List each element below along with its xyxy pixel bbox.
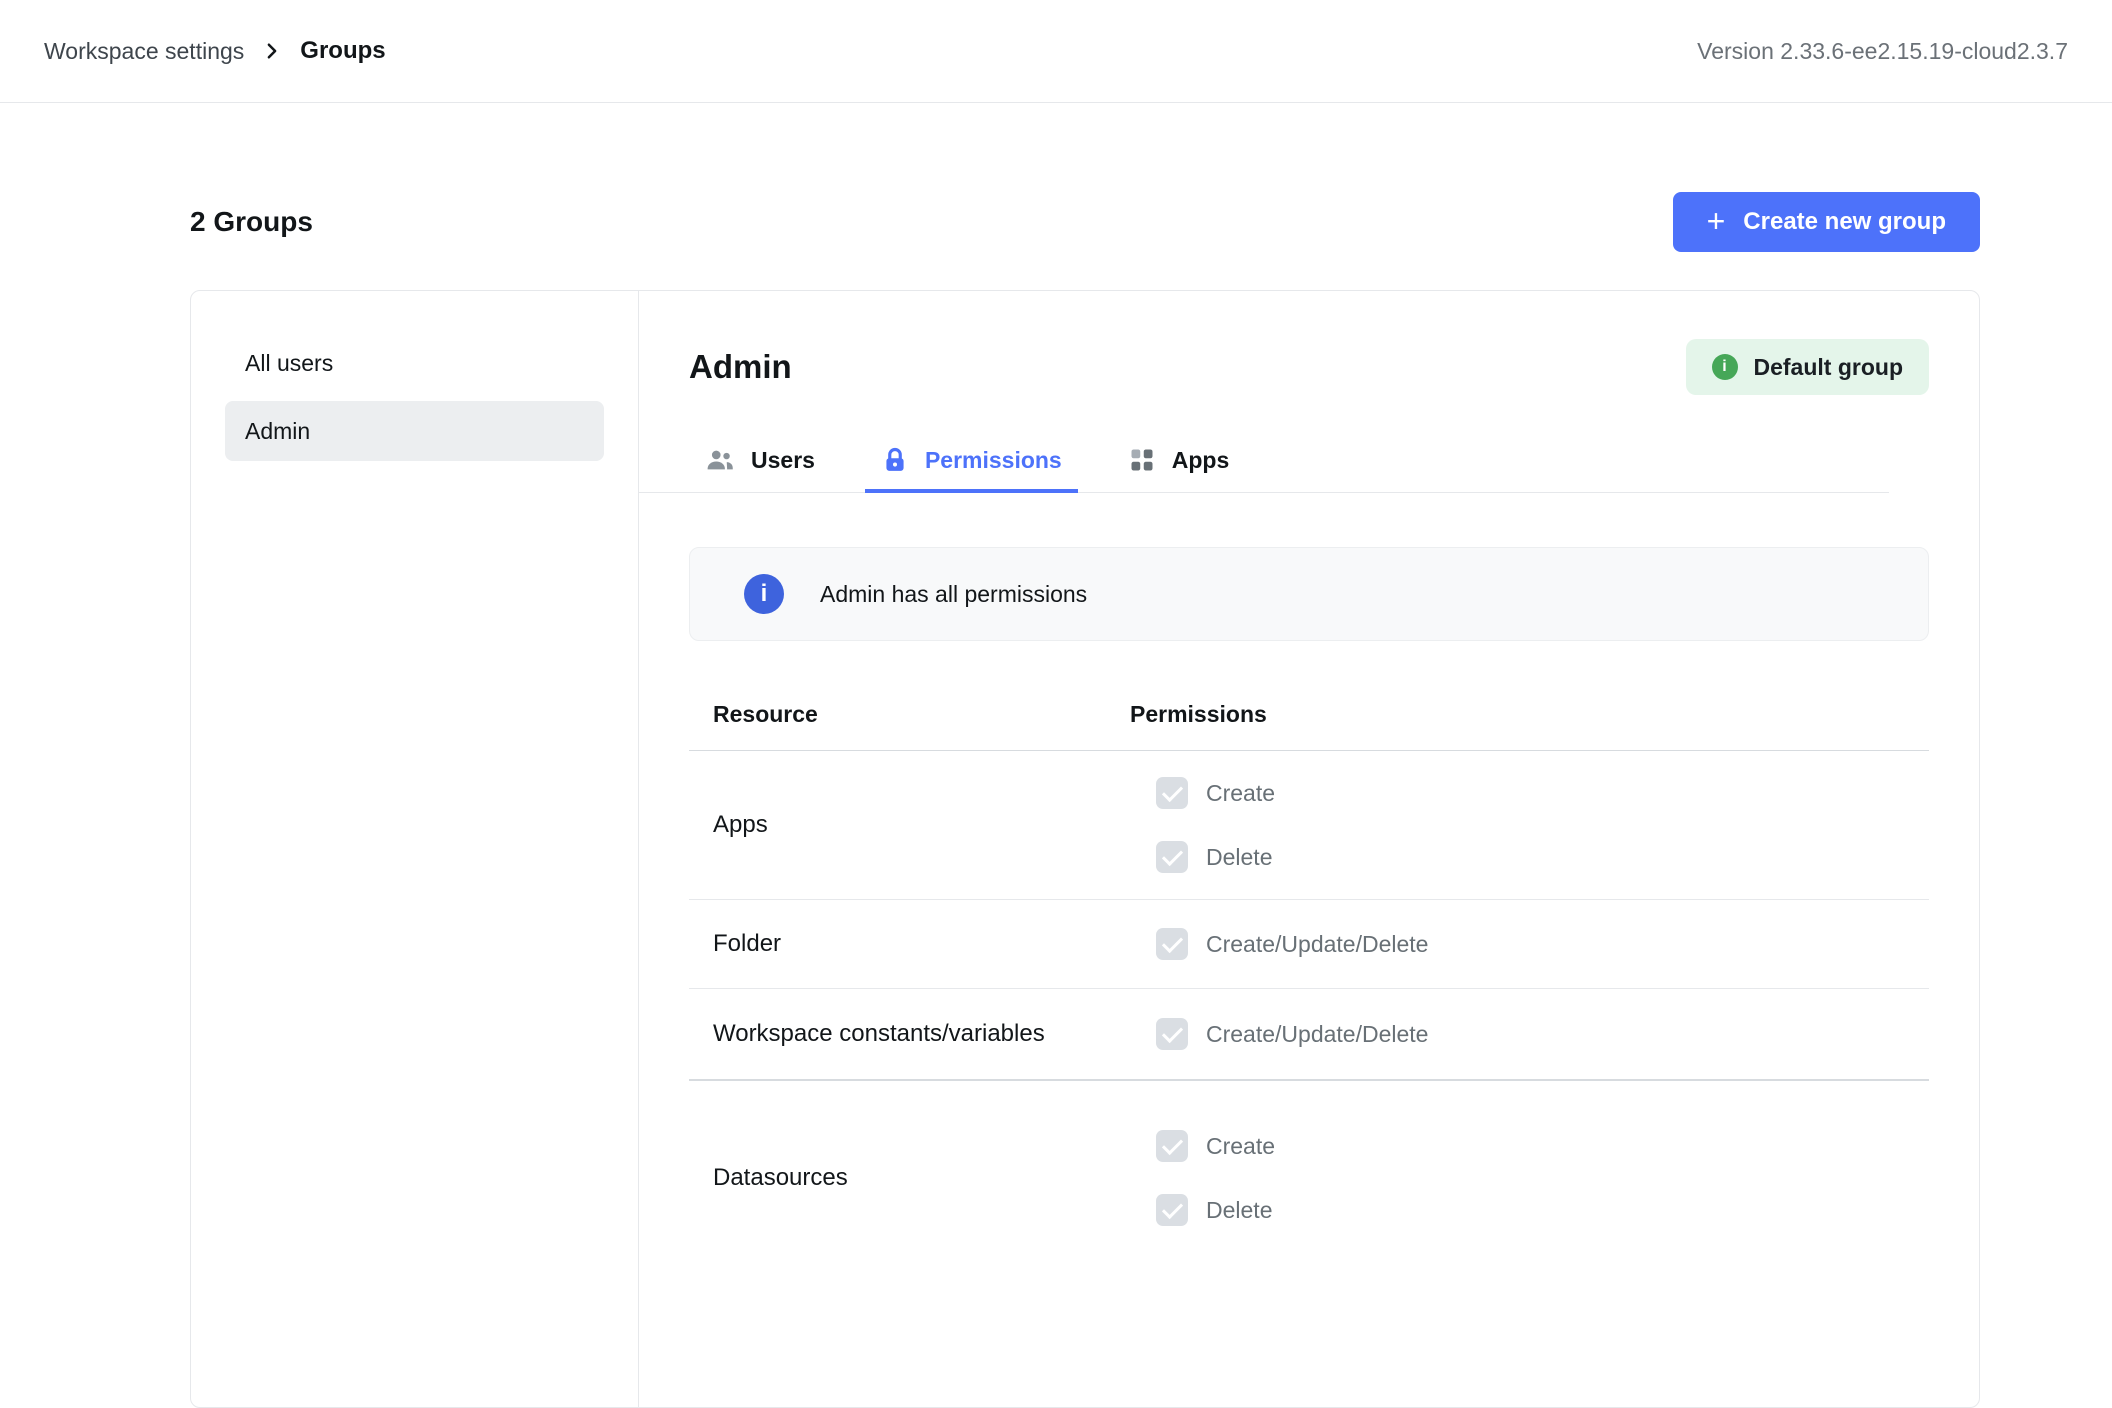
default-group-badge: i Default group (1686, 339, 1930, 395)
permissions-cell: Create/Update/Delete (1130, 1002, 1929, 1066)
groups-count-label: 2 Groups (190, 206, 313, 238)
info-icon: i (1712, 354, 1738, 380)
column-header-resource: Resource (689, 701, 1130, 728)
version-label: Version 2.33.6-ee2.15.19-cloud2.3.7 (1697, 38, 2068, 65)
group-tabs: Users Permissions (639, 431, 1889, 493)
breadcrumb-workspace-settings[interactable]: Workspace settings (44, 38, 244, 65)
groups-card: All users Admin Admin i Default group (190, 290, 1980, 1408)
table-row-datasources: Datasources Create Delete (689, 1081, 1929, 1275)
banner-text: Admin has all permissions (820, 581, 1087, 608)
resource-label: Datasources (689, 1114, 1130, 1242)
table-row-workspace-constants: Workspace constants/variables Create/Upd… (689, 989, 1929, 1081)
permissions-cell: Create Delete (1130, 761, 1929, 889)
default-group-label: Default group (1754, 354, 1904, 381)
permissions-cell: Create Delete (1130, 1114, 1929, 1242)
permission-label: Delete (1206, 844, 1272, 871)
chevron-right-icon (262, 41, 282, 61)
resource-label: Workspace constants/variables (689, 1002, 1130, 1066)
create-new-group-button[interactable]: + Create new group (1673, 192, 1980, 252)
column-header-permissions: Permissions (1130, 701, 1929, 728)
apps-delete-checkbox (1156, 841, 1188, 873)
datasources-delete-checkbox (1156, 1194, 1188, 1226)
plus-icon: + (1707, 205, 1726, 237)
permissions-info-banner: i Admin has all permissions (689, 547, 1929, 641)
group-detail-panel: Admin i Default group (639, 291, 1979, 1407)
resource-label: Apps (689, 761, 1130, 889)
table-row-apps: Apps Create Delete (689, 751, 1929, 900)
tab-apps[interactable]: Apps (1112, 431, 1246, 493)
main-content: 2 Groups + Create new group All users Ad… (0, 103, 2112, 1408)
permissions-table: Resource Permissions Apps Create (689, 679, 1929, 1275)
permissions-cell: Create/Update/Delete (1130, 912, 1929, 976)
tab-users-label: Users (751, 447, 815, 474)
group-title: Admin (689, 348, 792, 386)
users-icon (705, 445, 735, 475)
permission-label: Create/Update/Delete (1206, 931, 1428, 958)
folder-cud-checkbox (1156, 928, 1188, 960)
top-header: Workspace settings Groups Version 2.33.6… (0, 0, 2112, 103)
breadcrumb: Workspace settings Groups (44, 37, 386, 65)
permission-option: Create/Update/Delete (1156, 912, 1929, 976)
groups-sidebar: All users Admin (191, 291, 639, 1407)
permission-label: Create (1206, 780, 1275, 807)
permission-option: Delete (1156, 1178, 1929, 1242)
datasources-create-checkbox (1156, 1130, 1188, 1162)
sidebar-item-all-users[interactable]: All users (225, 333, 604, 393)
workspace-settings-page: Workspace settings Groups Version 2.33.6… (0, 0, 2112, 1408)
tab-apps-label: Apps (1172, 447, 1230, 474)
breadcrumb-groups: Groups (300, 37, 385, 65)
table-row-folder: Folder Create/Update/Delete (689, 900, 1929, 989)
permission-option: Create (1156, 1114, 1929, 1178)
tab-permissions[interactable]: Permissions (865, 431, 1078, 493)
table-header-row: Resource Permissions (689, 679, 1929, 751)
resource-label: Folder (689, 912, 1130, 976)
permission-option: Delete (1156, 825, 1929, 889)
constants-cud-checkbox (1156, 1018, 1188, 1050)
groups-toolbar: 2 Groups + Create new group (190, 192, 1980, 252)
permission-label: Create (1206, 1133, 1275, 1160)
apps-create-checkbox (1156, 777, 1188, 809)
sidebar-item-admin[interactable]: Admin (225, 401, 604, 461)
lock-icon (881, 446, 909, 474)
tab-users[interactable]: Users (689, 431, 831, 493)
permission-label: Create/Update/Delete (1206, 1021, 1428, 1048)
create-new-group-label: Create new group (1743, 208, 1946, 236)
tab-permissions-label: Permissions (925, 447, 1062, 474)
group-header: Admin i Default group (689, 339, 1929, 395)
permission-option: Create/Update/Delete (1156, 1002, 1929, 1066)
apps-grid-icon (1128, 446, 1156, 474)
permission-option: Create (1156, 761, 1929, 825)
info-icon: i (744, 574, 784, 614)
permission-label: Delete (1206, 1197, 1272, 1224)
